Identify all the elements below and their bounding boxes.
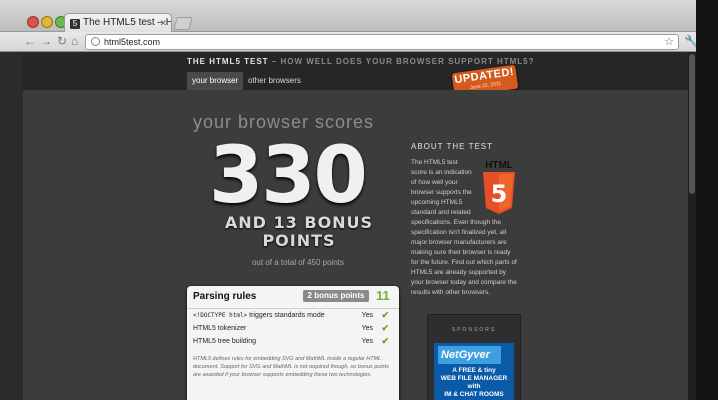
bonus-points-badge: 2 bonus points	[303, 290, 369, 302]
main-area: your browser scores 330 AND 13 BONUS POI…	[23, 90, 688, 400]
card-title: Parsing rules	[193, 291, 257, 302]
ad-line-4: IM & CHAT ROOMS	[444, 391, 504, 398]
total-score: 330	[209, 131, 368, 221]
ad-line-2: WEB FILE MANAGER	[440, 375, 508, 382]
globe-icon	[91, 37, 100, 46]
out-of-total: out of a total of 450 points	[251, 258, 345, 267]
tab-other-browsers[interactable]: other browsers	[243, 72, 306, 90]
ad-logo: NetGyver	[438, 346, 501, 364]
ad-line-3: with	[467, 383, 481, 390]
browser-tab[interactable]: 5The HTML5 test – How well d ✕	[64, 13, 172, 32]
html5-logo-text: HTML	[485, 160, 513, 171]
table-row: HTML5 tokenizer Yes ✔	[193, 323, 393, 335]
bonus-points: AND 13 BONUS POINTS	[219, 214, 379, 250]
site-title-main: THE HTML5 TEST	[187, 57, 269, 66]
check-icon: ✔	[381, 310, 389, 320]
html5-logo-number: 5	[491, 180, 508, 208]
url-text: html5test.com	[104, 37, 161, 47]
html5-logo-icon: HTML 5	[483, 160, 515, 214]
forward-icon[interactable]: →	[40, 33, 52, 50]
site-header: THE HTML5 TEST – HOW WELL DOES YOUR BROW…	[23, 52, 688, 98]
tab-close-icon[interactable]: ✕	[159, 14, 167, 32]
bonus-line-2: POINTS	[262, 231, 336, 250]
bonus-line-1: AND 13 BONUS	[224, 213, 374, 232]
section-score: 11	[376, 288, 390, 303]
table-row: HTML5 tree building Yes ✔	[193, 336, 393, 348]
home-icon[interactable]: ⌂	[71, 33, 78, 50]
desktop-edge	[696, 0, 718, 400]
parsing-note: HTML5 defines rules for embedding SVG an…	[193, 356, 389, 378]
doctype-code: <!DOCTYPE html>	[193, 312, 248, 319]
ad-text: A FREE & tiny WEB FILE MANAGER with IM &…	[434, 367, 514, 399]
row-label: HTML5 tree building	[193, 338, 257, 345]
tab-your-browser[interactable]: your browser	[187, 72, 244, 90]
scrollbar-thumb[interactable]	[689, 54, 695, 194]
sponsors-label: SPONSORS	[451, 327, 497, 333]
sponsors-box: SPONSORS NetGyver A FREE & tiny WEB FILE…	[427, 314, 521, 400]
page-content: THE HTML5 TEST – HOW WELL DOES YOUR BROW…	[23, 52, 688, 400]
ad-line-1: A FREE & tiny	[452, 367, 496, 374]
row-result: Yes	[361, 325, 373, 332]
reload-icon[interactable]: ↻	[57, 33, 67, 50]
sponsor-ad[interactable]: NetGyver A FREE & tiny WEB FILE MANAGER …	[434, 343, 514, 400]
row-label: HTML5 tokenizer	[193, 325, 247, 332]
page-margin	[0, 52, 23, 400]
row-result: Yes	[361, 312, 373, 319]
table-row: <!DOCTYPE html> triggers standards mode …	[193, 310, 393, 322]
back-icon[interactable]: ←	[24, 33, 36, 50]
parsing-rules-card: Parsing rules 2 bonus points 11 <!DOCTYP…	[187, 286, 399, 400]
star-icon[interactable]: ☆	[664, 35, 674, 49]
minimize-window-button[interactable]	[41, 16, 53, 28]
scores-label: your browser scores	[193, 112, 375, 132]
html5-favicon-icon: 5	[70, 19, 80, 29]
address-bar[interactable]: html5test.com ☆	[85, 34, 679, 50]
check-icon: ✔	[381, 323, 389, 333]
site-title-sub: – HOW WELL DOES YOUR BROWSER SUPPORT HTM…	[271, 57, 535, 66]
new-tab-button[interactable]	[173, 17, 193, 30]
browser-window: 5The HTML5 test – How well d ✕ ← → ↻ ⌂ h…	[0, 0, 718, 400]
browser-toolbar: ← → ↻ ⌂ html5test.com ☆ 🔧	[0, 32, 718, 52]
row-result: Yes	[361, 338, 373, 345]
title-bar: 5The HTML5 test – How well d ✕	[0, 0, 718, 32]
row-label: triggers standards mode	[247, 312, 325, 319]
about-title: ABOUT THE TEST	[411, 142, 494, 151]
close-window-button[interactable]	[27, 16, 39, 28]
site-title: THE HTML5 TEST – HOW WELL DOES YOUR BROW…	[187, 57, 535, 66]
check-icon: ✔	[381, 336, 389, 346]
card-header: Parsing rules 2 bonus points 11	[187, 286, 399, 309]
